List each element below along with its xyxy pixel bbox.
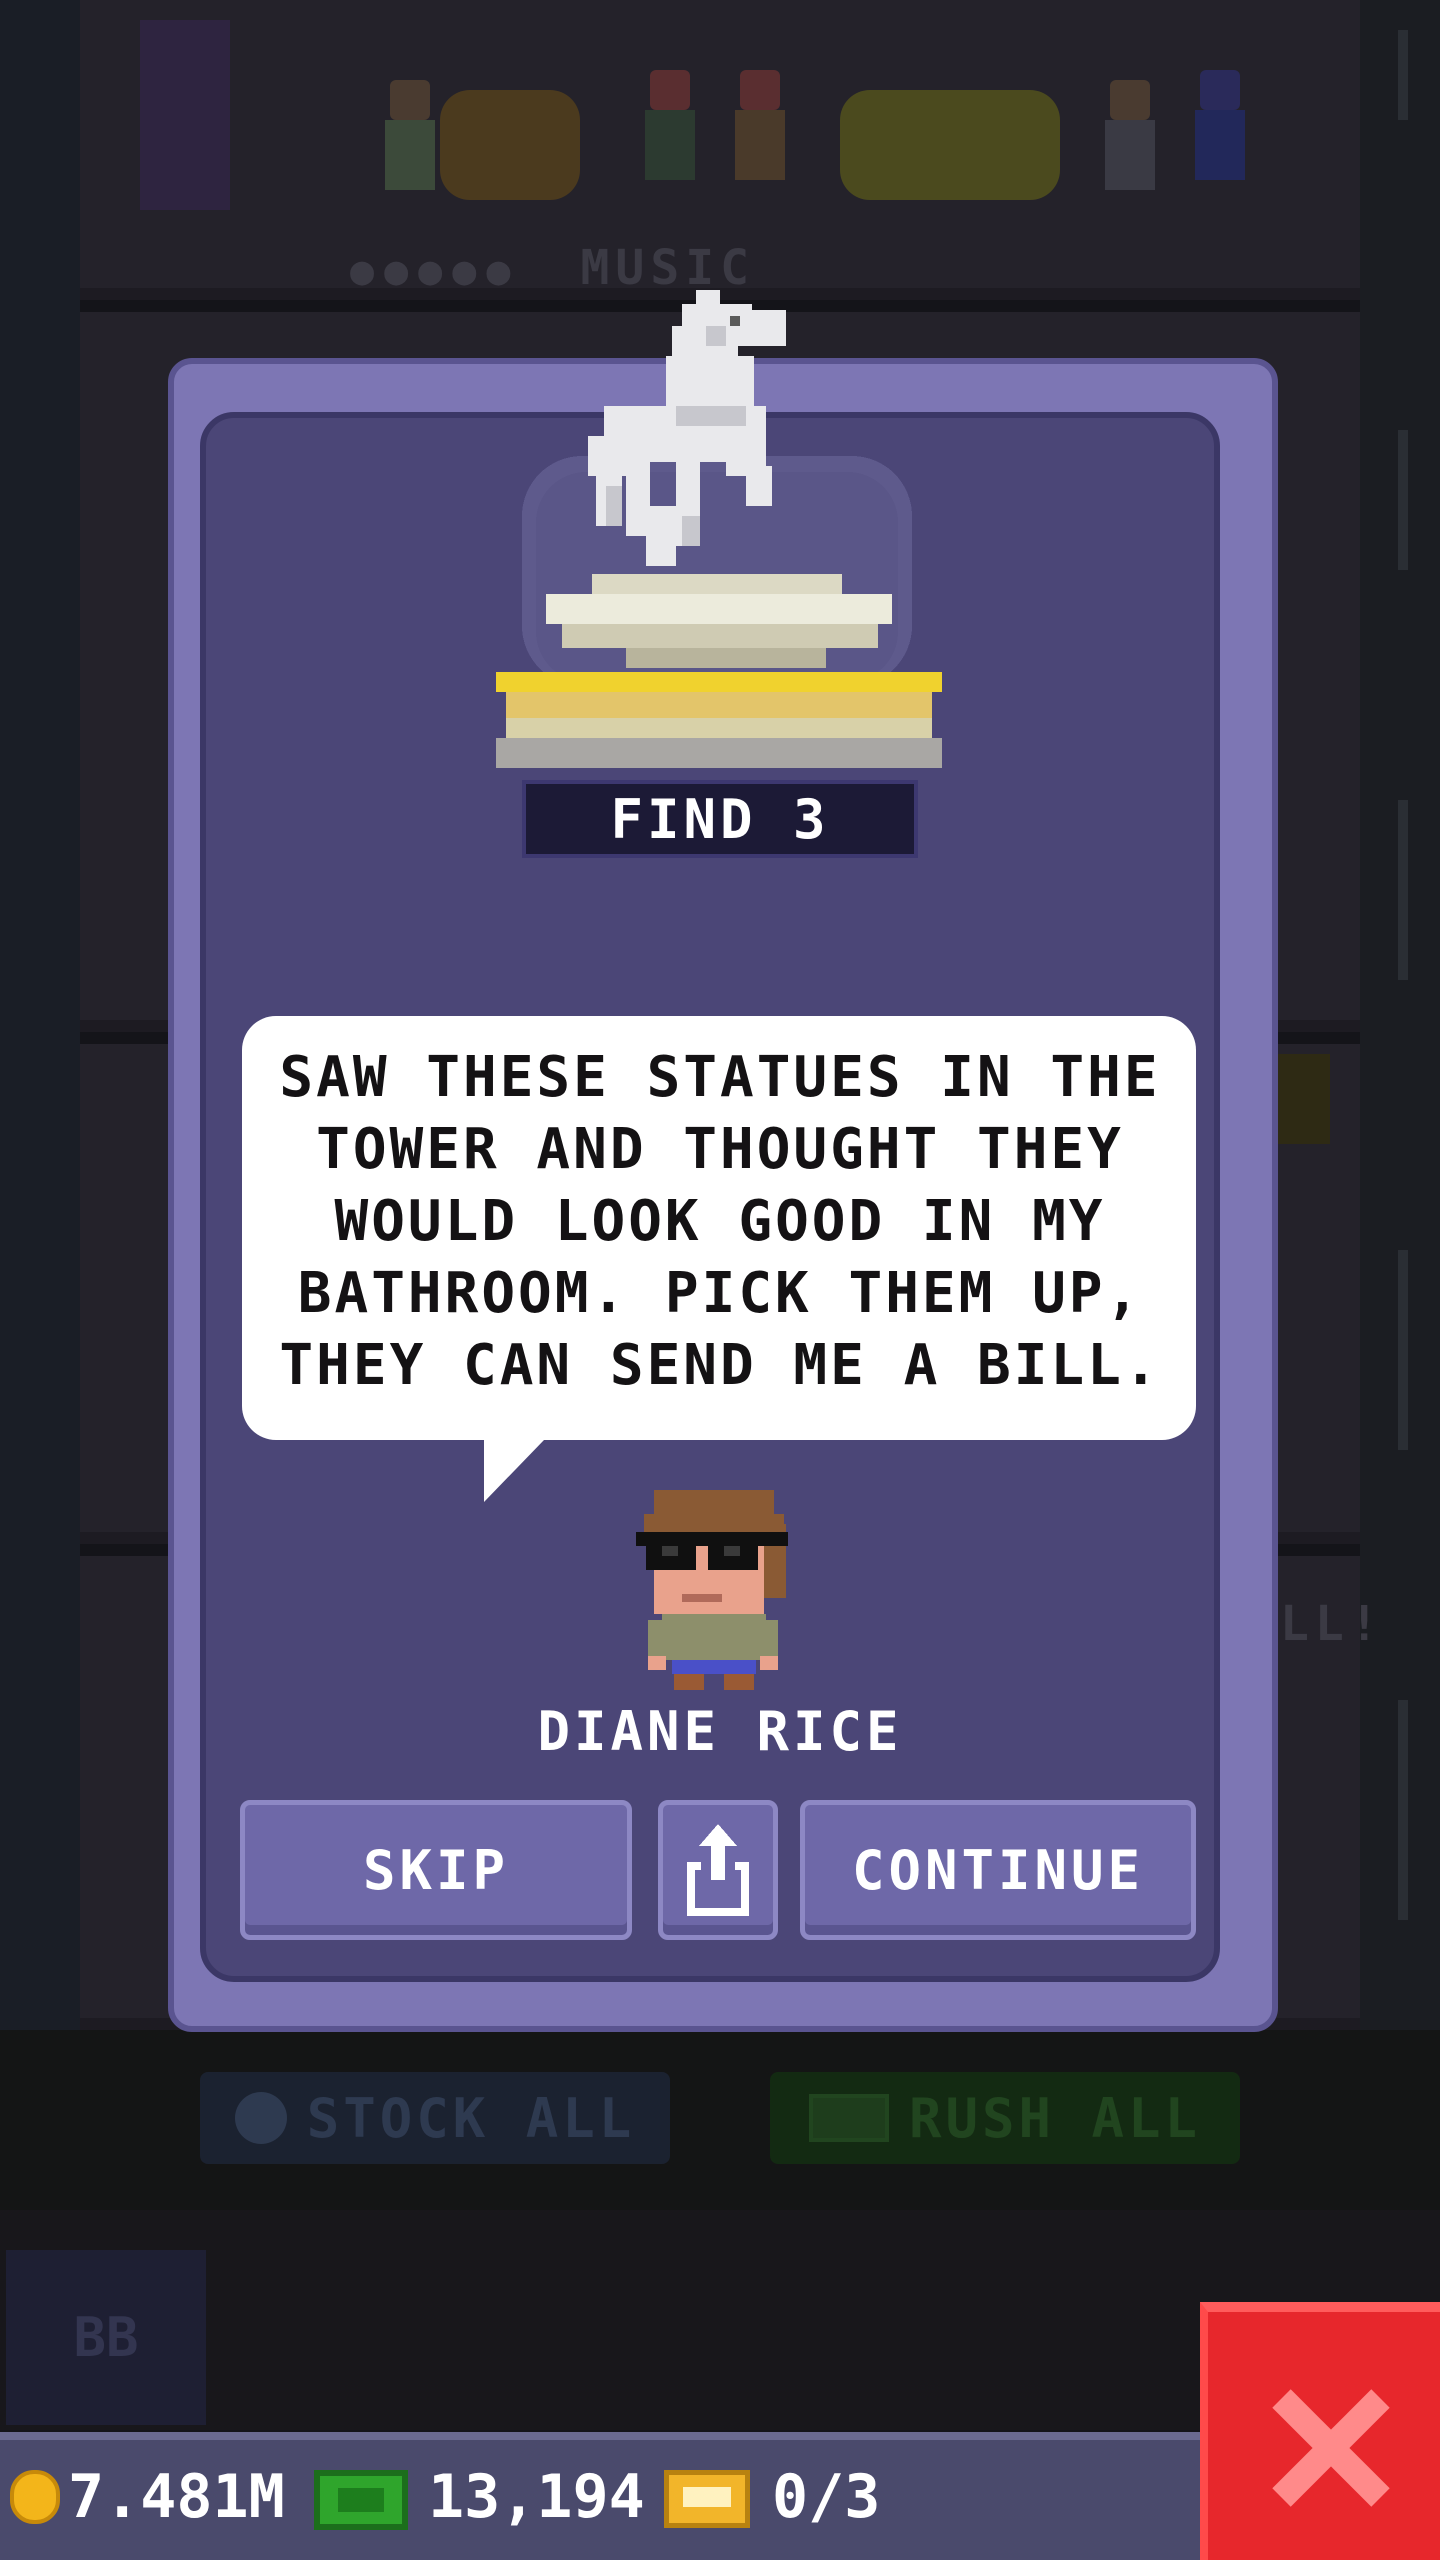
speech-bubble-tail	[484, 1440, 544, 1502]
amplifier	[840, 90, 1060, 200]
mission-message: SAW THESE STATUES IN THE TOWER AND THOUG…	[279, 1045, 1161, 1398]
coins-value: 7.481M	[68, 2462, 285, 2532]
ticket-icon	[664, 2470, 750, 2528]
bux-icon	[314, 2470, 408, 2530]
tower-floor-music[interactable]: 5 ●●●●● MUSIC	[80, 0, 1360, 300]
lobby-sign: BB	[6, 2250, 206, 2425]
tower-wall-left	[0, 0, 80, 2030]
find-count-label: FIND 3	[522, 780, 918, 858]
tickets-value: 0/3	[772, 2462, 881, 2532]
share-button[interactable]	[658, 1800, 778, 1940]
continue-button-label: CONTINUE	[851, 1838, 1145, 1902]
close-x-icon	[1270, 2388, 1390, 2508]
clock-icon	[234, 2092, 287, 2144]
bitizen	[1100, 80, 1160, 190]
bux-value: 13,194	[428, 2462, 645, 2532]
action-bar: STOCK ALL RUSH ALL	[0, 2030, 1440, 2210]
floor-label-fragment: LL!	[1280, 1596, 1385, 1652]
floor-door	[140, 20, 230, 210]
bitizen	[640, 70, 700, 180]
bitizen	[380, 80, 440, 190]
close-button[interactable]	[1200, 2302, 1440, 2560]
character-avatar	[632, 1484, 792, 1694]
continue-button[interactable]: CONTINUE	[800, 1800, 1196, 1940]
share-icon	[687, 1824, 749, 1916]
stock-all-button[interactable]: STOCK ALL	[200, 2072, 670, 2164]
skip-button[interactable]: SKIP	[240, 1800, 632, 1940]
coin-icon	[10, 2470, 60, 2524]
bitizen	[1190, 70, 1250, 180]
character-name: DIANE RICE	[537, 1700, 903, 1763]
drum-kit	[440, 90, 580, 200]
skip-button-label: SKIP	[362, 1838, 510, 1902]
tower-wall-right	[1360, 0, 1440, 2030]
bitizen	[730, 70, 790, 180]
bux-icon	[808, 2094, 889, 2142]
rush-all-button[interactable]: RUSH ALL	[770, 2072, 1240, 2164]
horse-statue-trophy-icon	[496, 286, 946, 776]
